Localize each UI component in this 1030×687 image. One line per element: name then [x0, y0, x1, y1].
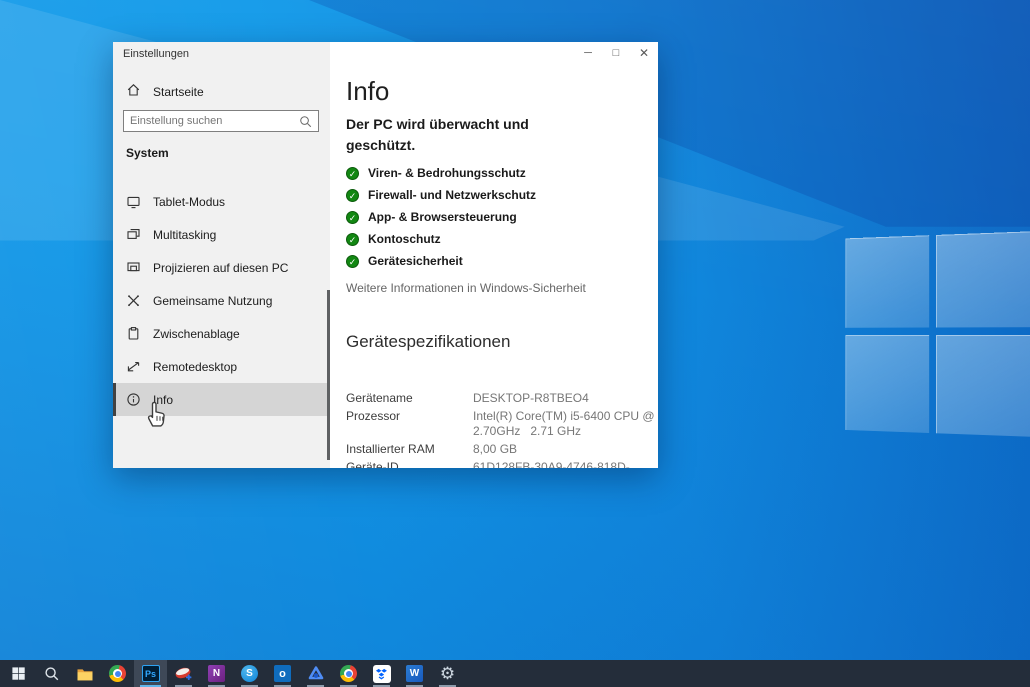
settings-button[interactable]: ⚙	[431, 660, 464, 687]
window-title: Einstellungen	[123, 48, 189, 60]
security-item: ✓ Firewall- und Netzwerkschutz	[346, 184, 658, 206]
project-icon	[126, 260, 141, 275]
skype-button[interactable]: S	[233, 660, 266, 687]
sidebar-nav: Tablet-Modus Multitasking Projizieren au…	[113, 185, 330, 416]
sidebar-item-label: Gemeinsame Nutzung	[153, 294, 272, 308]
skype-icon: S	[241, 665, 258, 682]
device-specs-table: Gerätename DESKTOP-R8TBEO4 Prozessor Int…	[346, 391, 658, 468]
device-specs-heading: Gerätespezifikationen	[346, 332, 658, 352]
sidebar-item-label: Multitasking	[153, 228, 216, 242]
security-item: ✓ Kontoschutz	[346, 228, 658, 250]
red-disc-app-button[interactable]	[167, 660, 200, 687]
clipboard-icon	[126, 326, 141, 341]
red-disc-app-icon	[174, 665, 193, 682]
sidebar-item-label: Startseite	[153, 85, 204, 99]
security-item: ✓ Viren- & Bedrohungsschutz	[346, 162, 658, 184]
spec-row: Prozessor Intel(R) Core(TM) i5-6400 CPU …	[346, 409, 658, 439]
sidebar-item-label: Zwischenablage	[153, 327, 240, 341]
photoshop-icon: Ps	[142, 665, 160, 682]
shared-experiences-icon	[126, 293, 141, 308]
taskbar-search-button[interactable]	[35, 660, 68, 687]
dropbox-icon	[373, 665, 391, 683]
spec-row: Gerätename DESKTOP-R8TBEO4	[346, 391, 658, 406]
sidebar-item-label: Tablet-Modus	[153, 195, 225, 209]
search-icon	[299, 115, 312, 128]
spec-row: Installierter RAM 8,00 GB	[346, 442, 658, 457]
check-icon: ✓	[346, 189, 359, 202]
security-item: ✓ App- & Browsersteuerung	[346, 206, 658, 228]
start-button[interactable]	[2, 660, 35, 687]
outlook-button[interactable]: o	[266, 660, 299, 687]
outlook-icon: o	[274, 665, 291, 682]
sidebar-item-label: Projizieren auf diesen PC	[153, 261, 288, 275]
security-status-heading: Der PC wird überwacht und geschützt.	[346, 114, 554, 156]
windows-logo	[845, 229, 1030, 443]
settings-search-box	[123, 110, 319, 132]
word-button[interactable]: W	[398, 660, 431, 687]
photoshop-button[interactable]: Ps	[134, 660, 167, 687]
check-icon: ✓	[346, 211, 359, 224]
sidebar-item-multitasking[interactable]: Multitasking	[113, 218, 330, 251]
file-explorer-icon	[76, 666, 94, 682]
file-explorer-button[interactable]	[68, 660, 101, 687]
chrome-button[interactable]	[101, 660, 134, 687]
sidebar-item-remotedesktop[interactable]: Remotedesktop	[113, 350, 330, 383]
remote-desktop-icon	[126, 359, 141, 374]
window-controls: ─ □ ✕	[574, 42, 658, 63]
tablet-icon	[126, 194, 141, 209]
windows-security-link[interactable]: Weitere Informationen in Windows-Sicherh…	[346, 281, 658, 295]
windows-start-icon	[11, 666, 26, 681]
home-icon	[126, 82, 141, 102]
dropbox-button[interactable]	[365, 660, 398, 687]
close-button[interactable]: ✕	[630, 42, 658, 63]
settings-window: ─ □ ✕ Einstellungen Startseite System	[113, 42, 658, 468]
sidebar-section-system: System	[126, 146, 169, 160]
sidebar-item-projizieren[interactable]: Projizieren auf diesen PC	[113, 251, 330, 284]
search-input[interactable]	[130, 115, 299, 127]
spec-row: Geräte-ID 61D128FB-30A9-4746-818D-	[346, 460, 658, 468]
info-page: Info Der PC wird überwacht und geschützt…	[330, 42, 658, 468]
page-title: Info	[346, 76, 658, 106]
windows-logo-pane	[936, 229, 1030, 327]
onenote-icon: N	[208, 665, 225, 682]
check-icon: ✓	[346, 167, 359, 180]
sidebar-item-startseite[interactable]: Startseite	[113, 78, 330, 105]
windows-logo-pane	[845, 335, 929, 433]
sidebar-item-tablet-modus[interactable]: Tablet-Modus	[113, 185, 330, 218]
multitasking-icon	[126, 227, 141, 242]
blue-triangle-app-icon	[307, 665, 325, 682]
word-icon: W	[406, 665, 423, 682]
taskbar: Ps N S o	[0, 660, 1030, 687]
security-status-list: ✓ Viren- & Bedrohungsschutz ✓ Firewall- …	[346, 162, 658, 272]
chrome-2-button[interactable]	[332, 660, 365, 687]
minimize-button[interactable]: ─	[574, 42, 602, 63]
gear-icon: ⚙	[440, 665, 455, 682]
check-icon: ✓	[346, 255, 359, 268]
chrome-icon	[340, 665, 357, 682]
security-item: ✓ Gerätesicherheit	[346, 250, 658, 272]
onenote-button[interactable]: N	[200, 660, 233, 687]
chrome-icon	[109, 665, 126, 682]
check-icon: ✓	[346, 233, 359, 246]
sidebar-item-gemeinsame-nutzung[interactable]: Gemeinsame Nutzung	[113, 284, 330, 317]
info-icon	[126, 392, 141, 407]
sidebar-item-zwischenablage[interactable]: Zwischenablage	[113, 317, 330, 350]
hand-cursor	[143, 399, 169, 434]
windows-logo-pane	[936, 335, 1030, 439]
blue-triangle-app-button[interactable]	[299, 660, 332, 687]
sidebar-item-label: Remotedesktop	[153, 360, 237, 374]
windows-logo-pane	[845, 235, 929, 328]
maximize-button[interactable]: □	[602, 42, 630, 63]
search-icon	[44, 666, 59, 681]
